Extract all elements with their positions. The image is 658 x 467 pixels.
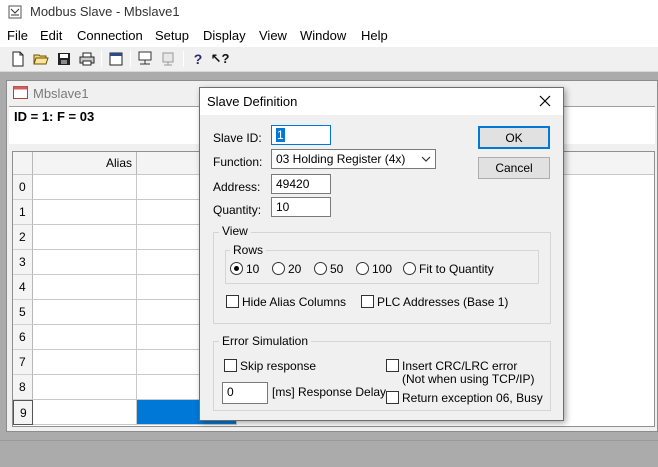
- response-delay-value: 0: [227, 385, 234, 399]
- rows-group-title: Rows: [230, 243, 267, 257]
- slave-id-value: 1: [276, 128, 285, 142]
- new-icon[interactable]: [9, 50, 27, 68]
- response-delay-label: [ms] Response Delay: [272, 385, 387, 399]
- rows-option-label: 100: [372, 262, 393, 276]
- dialog-title: Slave Definition: [207, 94, 298, 109]
- row-header[interactable]: 3: [13, 250, 33, 275]
- alias-cell[interactable]: [33, 350, 137, 375]
- alias-cell[interactable]: [33, 300, 137, 325]
- close-icon[interactable]: [534, 91, 556, 111]
- plc-addresses-label: PLC Addresses (Base 1): [377, 295, 509, 309]
- help-icon[interactable]: ?: [189, 50, 207, 68]
- quantity-field[interactable]: 10: [271, 197, 331, 217]
- row-header[interactable]: 2: [13, 225, 33, 250]
- row-header[interactable]: 6: [13, 325, 33, 350]
- app-icon: [8, 5, 22, 19]
- function-value: 03 Holding Register (4x): [276, 152, 406, 166]
- chevron-down-icon: [421, 156, 431, 162]
- plc-addresses-checkbox[interactable]: [361, 295, 374, 308]
- menu-edit[interactable]: Edit: [40, 28, 62, 43]
- hide-alias-checkbox[interactable]: [226, 295, 239, 308]
- function-select[interactable]: 03 Holding Register (4x): [271, 149, 436, 169]
- window-icon[interactable]: [107, 50, 125, 68]
- slave-id-field[interactable]: 1: [271, 125, 331, 145]
- address-field[interactable]: 49420: [271, 174, 331, 194]
- rows-radio-10[interactable]: [230, 262, 243, 275]
- menu-connection[interactable]: Connection: [77, 28, 143, 43]
- alias-cell[interactable]: [33, 375, 137, 400]
- rows-option-label: 10: [246, 262, 260, 276]
- alias-cell[interactable]: [33, 175, 137, 200]
- print-icon[interactable]: [78, 50, 96, 68]
- row-header[interactable]: 7: [13, 350, 33, 375]
- rows-option-label: Fit to Quantity: [419, 262, 494, 276]
- column-header-label: Alias: [105, 156, 132, 170]
- window-title: Modbus Slave - Mbslave1: [30, 4, 180, 19]
- alias-cell[interactable]: [33, 225, 137, 250]
- slave-id-label: Slave ID:: [213, 131, 262, 145]
- alias-cell[interactable]: [33, 325, 137, 350]
- row-header[interactable]: 0: [13, 175, 33, 200]
- function-label: Function:: [213, 155, 263, 169]
- slave-status-text: ID = 1: F = 03: [14, 109, 95, 124]
- rows-radio-fit[interactable]: [403, 262, 416, 275]
- child-title: Mbslave1: [33, 86, 89, 101]
- mdi-bottom-area: [0, 440, 658, 467]
- alias-cell[interactable]: [33, 400, 137, 425]
- insert-crc-label: Insert CRC/LRC error: [402, 359, 518, 373]
- row-header[interactable]: 8: [13, 375, 33, 400]
- menu-setup[interactable]: Setup: [155, 28, 189, 43]
- rows-radio-20[interactable]: [272, 262, 285, 275]
- disconnect-icon[interactable]: [159, 50, 177, 68]
- rows-option-label: 20: [288, 262, 302, 276]
- skip-response-label: Skip response: [240, 359, 317, 373]
- menu-help[interactable]: Help: [361, 28, 388, 43]
- rows-radio-100[interactable]: [356, 262, 369, 275]
- insert-crc-checkbox[interactable]: [386, 359, 399, 372]
- connect-icon[interactable]: [136, 50, 154, 68]
- row-header-selected[interactable]: 9: [13, 400, 33, 425]
- menu-file[interactable]: File: [7, 28, 28, 43]
- view-group-title: View: [219, 224, 251, 238]
- menu-view[interactable]: View: [259, 28, 287, 43]
- address-label: Address:: [213, 180, 261, 194]
- rows-radio-50[interactable]: [314, 262, 327, 275]
- error-simulation-title: Error Simulation: [219, 334, 312, 348]
- context-help-icon[interactable]: ↖?: [211, 50, 230, 68]
- insert-crc-note: (Not when using TCP/IP): [402, 372, 535, 386]
- slave-definition-dialog: Slave Definition Slave ID: 1 Function: 0…: [199, 87, 564, 421]
- title-bar: Modbus Slave - Mbslave1: [0, 0, 658, 25]
- grid-corner: [13, 152, 33, 175]
- dialog-title-bar: Slave Definition: [200, 88, 563, 115]
- save-icon[interactable]: [55, 50, 73, 68]
- row-header[interactable]: 1: [13, 200, 33, 225]
- return-exception-checkbox[interactable]: [386, 391, 399, 404]
- toolbar: ? ↖?: [0, 47, 658, 72]
- grid-column-header-alias[interactable]: Alias: [33, 152, 137, 175]
- skip-response-checkbox[interactable]: [224, 359, 237, 372]
- document-icon: [13, 86, 28, 99]
- address-value: 49420: [276, 177, 310, 191]
- row-header[interactable]: 5: [13, 300, 33, 325]
- quantity-value: 10: [276, 200, 290, 214]
- alias-cell[interactable]: [33, 200, 137, 225]
- hide-alias-label: Hide Alias Columns: [242, 295, 347, 309]
- ok-button[interactable]: OK: [478, 126, 550, 149]
- menu-bar: File Edit Connection Setup Display View …: [0, 25, 658, 47]
- menu-display[interactable]: Display: [203, 28, 246, 43]
- quantity-label: Quantity:: [213, 203, 262, 217]
- return-exception-label: Return exception 06, Busy: [402, 391, 543, 405]
- rows-option-label: 50: [330, 262, 344, 276]
- row-header[interactable]: 4: [13, 275, 33, 300]
- open-icon[interactable]: [32, 50, 50, 68]
- response-delay-field[interactable]: 0: [222, 382, 268, 404]
- alias-cell[interactable]: [33, 250, 137, 275]
- menu-window[interactable]: Window: [300, 28, 346, 43]
- alias-cell[interactable]: [33, 275, 137, 300]
- cancel-button[interactable]: Cancel: [478, 157, 550, 179]
